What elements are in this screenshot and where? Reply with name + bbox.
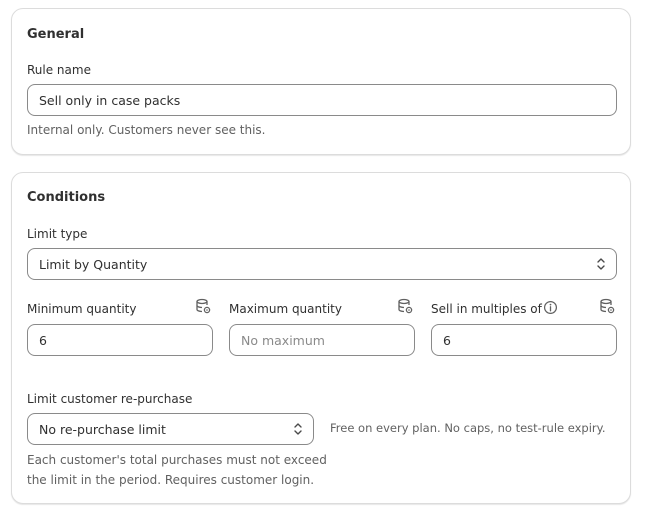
multiples-label: Sell in multiples of xyxy=(431,302,542,316)
database-settings-icon[interactable] xyxy=(396,297,414,315)
min-quantity-label: Minimum quantity xyxy=(27,302,137,316)
repurchase-label: Limit customer re-purchase xyxy=(27,392,193,406)
general-title: General xyxy=(27,27,85,42)
repurchase-value: No re-purchase limit xyxy=(39,421,166,437)
chevron-up-down-icon xyxy=(294,423,302,435)
repurchase-help-line-2: the limit in the period. Requires custom… xyxy=(27,473,315,487)
chevron-up-down-icon xyxy=(597,258,605,270)
max-quantity-label: Maximum quantity xyxy=(229,302,342,316)
general-card: General Rule name Internal only. Custome… xyxy=(11,8,631,155)
rule-name-field[interactable] xyxy=(27,84,617,116)
rule-name-label: Rule name xyxy=(27,63,91,77)
conditions-card: Conditions Limit type Limit by Quantity … xyxy=(11,172,631,504)
multiples-field[interactable] xyxy=(431,324,617,356)
repurchase-select[interactable]: No re-purchase limit xyxy=(27,413,314,445)
repurchase-help: Each customer's total purchases must not… xyxy=(27,450,327,490)
repurchase-note: Free on every plan. No caps, no test-rul… xyxy=(330,421,606,435)
min-quantity-input[interactable] xyxy=(39,332,212,348)
repurchase-help-line-1: Each customer's total purchases must not… xyxy=(27,453,327,467)
limit-type-value: Limit by Quantity xyxy=(39,256,148,272)
info-icon[interactable] xyxy=(543,300,558,315)
rule-name-input[interactable] xyxy=(39,92,616,108)
max-quantity-field[interactable] xyxy=(229,324,415,356)
max-quantity-input[interactable] xyxy=(241,332,414,348)
database-settings-icon[interactable] xyxy=(598,297,616,315)
multiples-input[interactable] xyxy=(443,332,616,348)
min-quantity-field[interactable] xyxy=(27,324,213,356)
database-settings-icon[interactable] xyxy=(194,297,212,315)
limit-type-select[interactable]: Limit by Quantity xyxy=(27,248,617,280)
conditions-title: Conditions xyxy=(27,190,106,205)
rule-name-help: Internal only. Customers never see this. xyxy=(27,123,266,137)
limit-type-label: Limit type xyxy=(27,227,88,241)
